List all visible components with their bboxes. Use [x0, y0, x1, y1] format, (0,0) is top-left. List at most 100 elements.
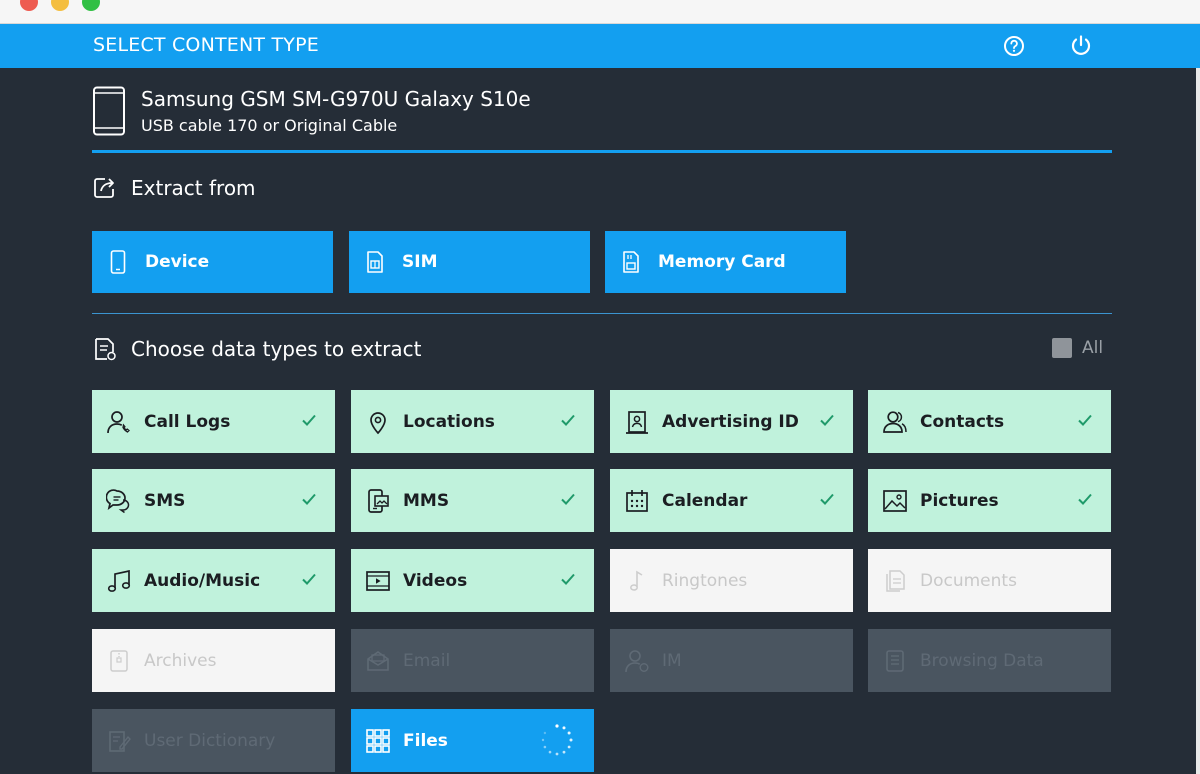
export-icon	[92, 174, 120, 202]
app-header: SELECT CONTENT TYPE	[0, 24, 1200, 68]
checkmark-icon	[302, 414, 316, 426]
data-type-label: Documents	[920, 570, 1017, 591]
maximize-window-button[interactable]	[82, 0, 100, 11]
ringtone-icon	[623, 567, 651, 595]
data-type-mms[interactable]: MMS	[351, 469, 594, 532]
data-type-label: SMS	[144, 490, 186, 511]
sim-card-icon	[365, 250, 385, 274]
extract-from-heading: Extract from	[92, 174, 256, 202]
data-type-videos[interactable]: Videos	[351, 549, 594, 612]
window-edge	[1196, 68, 1200, 774]
grid-files-icon	[364, 727, 392, 755]
loading-spinner-icon	[541, 724, 573, 756]
checkmark-icon	[561, 573, 575, 585]
id-badge-icon	[623, 408, 651, 436]
data-type-calendar[interactable]: Calendar	[610, 469, 853, 532]
data-type-label: Archives	[144, 650, 217, 671]
data-type-documents[interactable]: Documents	[868, 549, 1111, 612]
source-memory-card-button[interactable]: Memory Card	[605, 231, 846, 293]
data-type-label: Videos	[403, 570, 468, 591]
data-type-label: Advertising ID	[662, 411, 799, 432]
checkbox-square	[1052, 338, 1072, 358]
device-connection: USB cable 170 or Original Cable	[141, 116, 398, 135]
source-sim-button[interactable]: SIM	[349, 231, 590, 293]
data-type-locations[interactable]: Locations	[351, 390, 594, 453]
source-device-label: Device	[145, 252, 210, 272]
data-type-sms[interactable]: SMS	[92, 469, 335, 532]
data-type-label: Browsing Data	[920, 650, 1044, 671]
calendar-icon	[623, 487, 651, 515]
help-button[interactable]	[1000, 32, 1028, 60]
mms-icon	[364, 487, 392, 515]
window-title-bar	[0, 0, 1200, 24]
help-circle-icon	[1004, 36, 1024, 56]
data-type-files[interactable]: Files	[351, 709, 594, 772]
data-type-archives[interactable]: Archives	[92, 629, 335, 692]
data-type-label: User Dictionary	[144, 730, 276, 751]
device-name: Samsung GSM SM-G970U Galaxy S10e	[141, 87, 531, 111]
page-title: SELECT CONTENT TYPE	[93, 34, 319, 56]
video-icon	[364, 567, 392, 595]
data-type-label: Email	[403, 650, 451, 671]
documents-icon	[881, 567, 909, 595]
data-type-label: IM	[662, 650, 682, 671]
phone-small-icon	[108, 250, 128, 274]
data-type-label: MMS	[403, 490, 450, 511]
data-type-label: Ringtones	[662, 570, 748, 591]
data-type-label: Locations	[403, 411, 495, 432]
source-memory-card-label: Memory Card	[658, 252, 786, 272]
data-type-label: Pictures	[920, 490, 999, 511]
divider	[92, 150, 1112, 153]
data-type-ringtones[interactable]: Ringtones	[610, 549, 853, 612]
minimize-window-button[interactable]	[51, 0, 69, 11]
checkmark-icon	[1078, 414, 1092, 426]
device-info: Samsung GSM SM-G970U Galaxy S10e USB cab…	[92, 84, 1112, 140]
data-type-label: Files	[403, 730, 448, 751]
checkmark-icon	[561, 493, 575, 505]
data-type-user-dictionary: User Dictionary	[92, 709, 335, 772]
data-type-label: Audio/Music	[144, 570, 261, 591]
data-type-im: IM	[610, 629, 853, 692]
checkmark-icon	[302, 493, 316, 505]
choose-data-types-heading: Choose data types to extract	[92, 335, 421, 363]
data-type-call-logs[interactable]: Call Logs	[92, 390, 335, 453]
data-type-contacts[interactable]: Contacts	[868, 390, 1111, 453]
contacts-icon	[881, 408, 909, 436]
checkmark-icon	[820, 414, 834, 426]
choose-data-types-title: Choose data types to extract	[131, 337, 422, 361]
data-type-audio-music[interactable]: Audio/Music	[92, 549, 335, 612]
archive-icon	[105, 647, 133, 675]
source-sim-label: SIM	[402, 252, 438, 272]
sms-icon	[105, 487, 133, 515]
checkmark-icon	[561, 414, 575, 426]
checkmark-icon	[820, 493, 834, 505]
location-pin-icon	[364, 408, 392, 436]
checkmark-icon	[302, 573, 316, 585]
data-type-browsing-data: Browsing Data	[868, 629, 1111, 692]
close-window-button[interactable]	[20, 0, 38, 11]
select-all-label: All	[1082, 338, 1104, 358]
data-type-advertising-id[interactable]: Advertising ID	[610, 390, 853, 453]
browsing-data-icon	[881, 647, 909, 675]
data-type-label: Contacts	[920, 411, 1005, 432]
data-type-pictures[interactable]: Pictures	[868, 469, 1111, 532]
picture-icon	[881, 487, 909, 515]
source-device-button[interactable]: Device	[92, 231, 333, 293]
select-all-checkbox[interactable]: All	[1052, 338, 1103, 358]
divider	[92, 313, 1112, 314]
power-button[interactable]	[1067, 32, 1095, 60]
data-type-label: Calendar	[662, 490, 748, 511]
checkmark-icon	[1078, 493, 1092, 505]
data-type-label: Call Logs	[144, 411, 231, 432]
document-list-icon	[92, 335, 120, 363]
music-note-icon	[105, 567, 133, 595]
call-log-icon	[105, 408, 133, 436]
dictionary-icon	[105, 727, 133, 755]
extract-from-title: Extract from	[131, 176, 256, 200]
im-user-icon	[623, 647, 651, 675]
email-icon	[364, 647, 392, 675]
phone-icon	[93, 86, 125, 136]
memory-card-icon	[621, 250, 641, 274]
power-icon	[1071, 35, 1091, 55]
data-type-email: Email	[351, 629, 594, 692]
